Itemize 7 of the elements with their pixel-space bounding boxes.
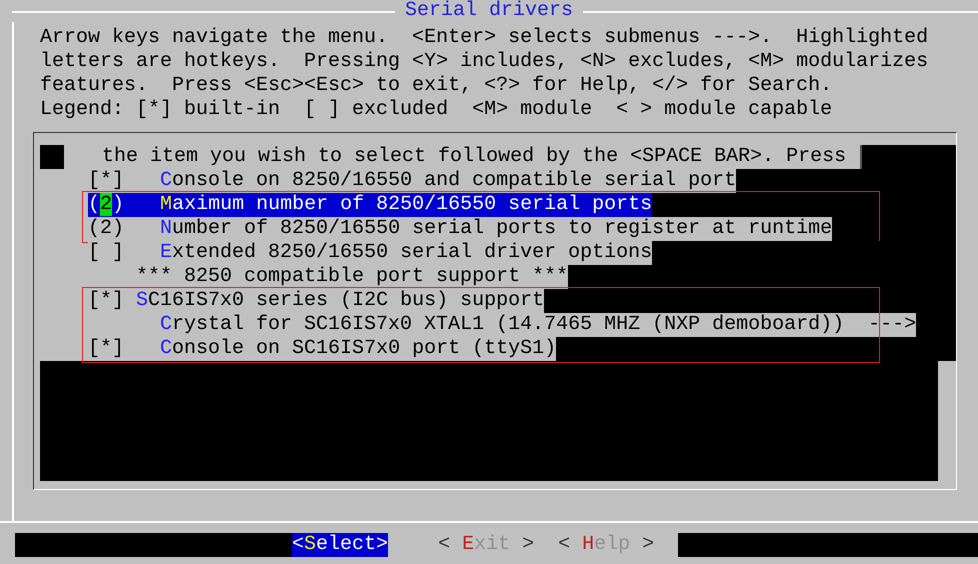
menu-button[interactable]: <Select>	[292, 533, 388, 557]
menu-item[interactable]: (2) Maximum number of 8250/16550 serial ports	[88, 193, 652, 217]
scroll-block	[40, 145, 64, 169]
help-text: Arrow keys navigate the menu. <Enter> selects submenus --->. Highlighted	[39, 26, 930, 50]
help-text: features. Press <Esc><Esc> to exit, <?> for Help, </> for Search.	[39, 74, 834, 98]
help-text: letters are hotkeys. Pressing <Y> includes, <N> excludes, <M> modularizes	[39, 50, 930, 74]
help-text: Legend: [*] built-in [ ] excluded <M> module < > module capable	[39, 98, 834, 122]
